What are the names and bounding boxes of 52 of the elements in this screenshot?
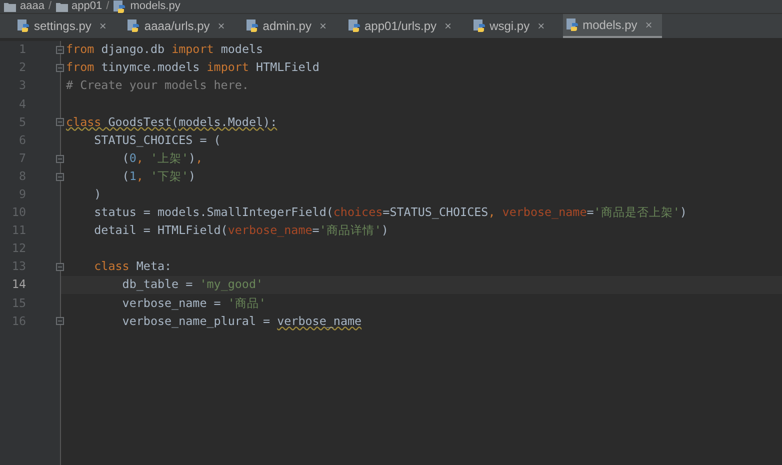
tab-label: models.py bbox=[582, 17, 638, 34]
tab-label: wsgi.py bbox=[490, 18, 530, 35]
path-separator: / bbox=[106, 1, 110, 12]
tab-label: admin.py bbox=[262, 18, 312, 35]
code-line: ) bbox=[93, 188, 102, 201]
breadcrumb-item[interactable]: models.py bbox=[130, 1, 180, 12]
fold-marker-icon[interactable] bbox=[56, 118, 64, 126]
code-line: # Create your models here. bbox=[66, 80, 249, 92]
code-line: db_table = 'my_good' bbox=[121, 279, 264, 292]
file-tab[interactable]: wsgi.py × bbox=[470, 14, 555, 38]
breadcrumb-item[interactable]: aaaa bbox=[20, 1, 44, 12]
fold-marker-icon[interactable] bbox=[56, 154, 64, 163]
code-line: from django.db import models bbox=[66, 44, 264, 56]
code-line: (1, '下架') bbox=[121, 170, 196, 183]
code-line: status = models.SmallIntegerField(choices=STATUS_CHOICES, verbose_name='商品是否上架') bbox=[93, 207, 687, 219]
python-file-icon bbox=[348, 19, 360, 33]
file-tab[interactable]: settings.py × bbox=[14, 14, 116, 38]
python-file-icon bbox=[566, 18, 579, 32]
fold-marker-icon[interactable] bbox=[56, 263, 64, 272]
fold-marker-icon[interactable] bbox=[56, 46, 64, 54]
python-file-icon bbox=[113, 0, 126, 13]
file-tab[interactable]: app01/urls.py × bbox=[344, 14, 462, 38]
file-tab[interactable]: admin.py × bbox=[242, 14, 336, 38]
code-line: STATUS_CHOICES = ( bbox=[93, 134, 221, 146]
python-file-icon bbox=[246, 19, 259, 33]
file-tab[interactable]: models.py × bbox=[562, 14, 662, 38]
line-number: 14 bbox=[10, 276, 26, 294]
close-icon[interactable]: × bbox=[218, 17, 225, 35]
code-line: detail = HTMLField(verbose_name='商品详情') bbox=[93, 225, 388, 237]
python-file-icon bbox=[472, 19, 486, 33]
fold-marker-icon[interactable] bbox=[56, 64, 64, 72]
close-icon[interactable]: × bbox=[99, 17, 106, 35]
fold-marker-icon[interactable] bbox=[56, 317, 64, 326]
code-line: (0, '上架'), bbox=[121, 152, 203, 164]
path-separator: / bbox=[48, 1, 52, 12]
close-icon[interactable]: × bbox=[645, 16, 652, 34]
tab-label: aaaa/urls.py bbox=[144, 18, 210, 35]
python-file-icon bbox=[17, 19, 30, 33]
close-icon[interactable]: × bbox=[444, 17, 452, 35]
close-icon[interactable]: × bbox=[538, 17, 545, 35]
code-line: class GoodsTest(models.Model): bbox=[66, 116, 278, 128]
code-line: verbose_name = '商品' bbox=[121, 298, 266, 310]
close-icon[interactable]: × bbox=[319, 17, 326, 35]
python-file-icon bbox=[127, 19, 140, 33]
code-line: from tinymce.models import HTMLField bbox=[66, 62, 320, 74]
breadcrumb-item[interactable]: app01 bbox=[72, 1, 102, 12]
code-line: verbose_name_plural = verbose_name bbox=[121, 316, 362, 328]
fold-marker-icon[interactable] bbox=[56, 172, 64, 181]
tab-label: settings.py bbox=[34, 18, 92, 35]
code-line: class Meta: bbox=[93, 261, 172, 274]
tab-label: app01/urls.py bbox=[364, 18, 437, 35]
file-tab[interactable]: aaaa/urls.py × bbox=[124, 14, 235, 38]
